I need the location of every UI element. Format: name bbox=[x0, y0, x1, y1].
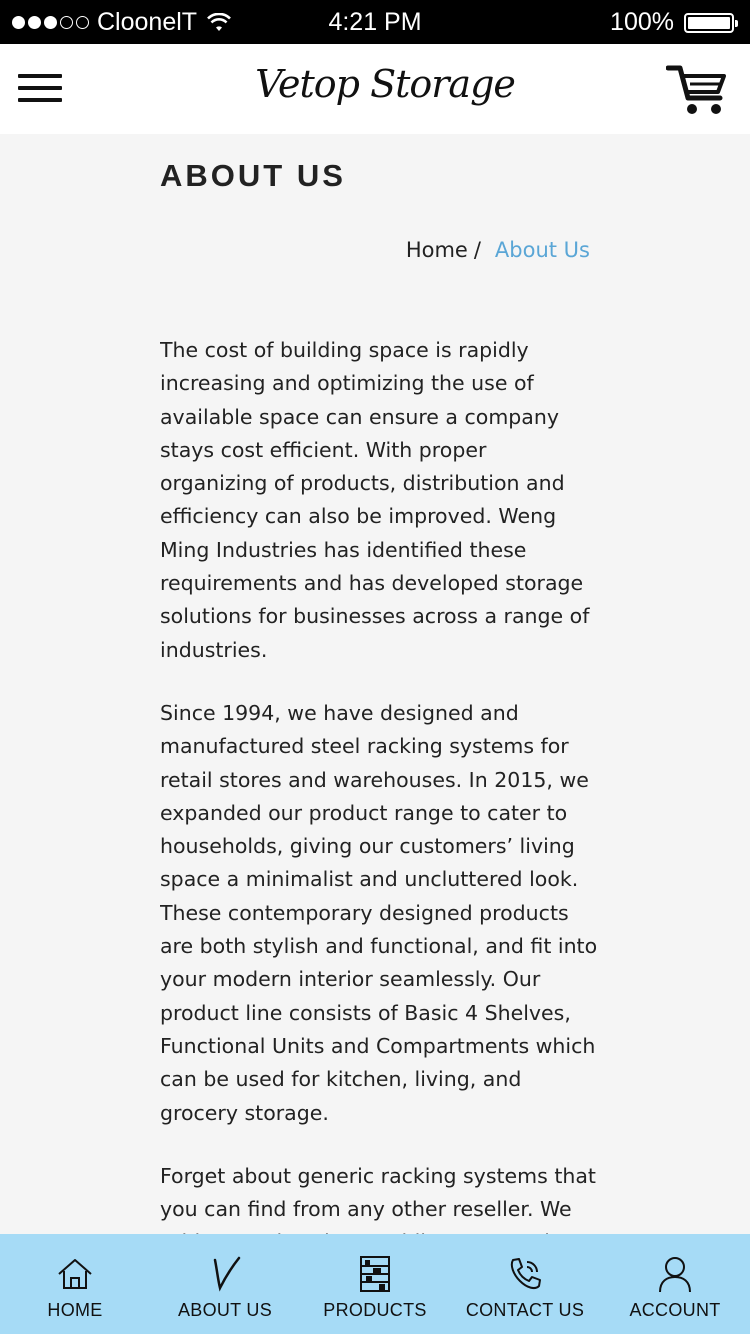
breadcrumb-home-link[interactable]: Home bbox=[406, 238, 468, 262]
breadcrumb: Home / About Us bbox=[406, 238, 590, 262]
user-icon bbox=[659, 1257, 691, 1293]
tab-products[interactable]: PRODUCTS bbox=[300, 1234, 450, 1334]
page-title: ABOUT US bbox=[160, 158, 346, 193]
tab-about-us[interactable]: ABOUT US bbox=[150, 1234, 300, 1334]
status-right: 100% bbox=[610, 8, 738, 37]
shopping-cart-icon[interactable] bbox=[666, 62, 728, 118]
tab-label: ABOUT US bbox=[177, 1300, 273, 1320]
tab-label: PRODUCTS bbox=[323, 1300, 427, 1320]
status-bar: CloonelT 4:21 PM 100% bbox=[0, 0, 750, 44]
battery-percentage: 100% bbox=[610, 8, 674, 36]
about-paragraph: Forget about generic racking systems tha… bbox=[160, 1163, 596, 1234]
phone-icon bbox=[510, 1258, 541, 1290]
shelf-icon bbox=[360, 1256, 390, 1292]
v-logo-icon bbox=[213, 1256, 241, 1292]
tab-account[interactable]: ACCOUNT bbox=[600, 1234, 750, 1334]
about-paragraph: Since 1994, we have designed and manufac… bbox=[160, 700, 598, 1125]
app-header: Vetop Storage bbox=[0, 44, 750, 134]
tab-contact-us[interactable]: CONTACT US bbox=[450, 1234, 600, 1334]
about-paragraph: The cost of building space is rapidly in… bbox=[160, 338, 590, 662]
bottom-tab-bar: HOME ABOUT US PRODUCTS CONTACT US ACCOUN… bbox=[0, 1234, 750, 1334]
breadcrumb-current: About Us bbox=[494, 238, 590, 262]
tab-home[interactable]: HOME bbox=[0, 1234, 150, 1334]
home-icon bbox=[58, 1259, 92, 1289]
about-content[interactable]: The cost of building space is rapidly in… bbox=[160, 334, 600, 1234]
breadcrumb-separator: / bbox=[473, 238, 481, 262]
tab-label: ACCOUNT bbox=[629, 1300, 721, 1320]
brand-logo: Vetop Storage bbox=[255, 62, 516, 106]
battery-icon bbox=[684, 12, 738, 33]
tab-label: CONTACT US bbox=[465, 1300, 585, 1320]
tab-label: HOME bbox=[47, 1300, 103, 1320]
